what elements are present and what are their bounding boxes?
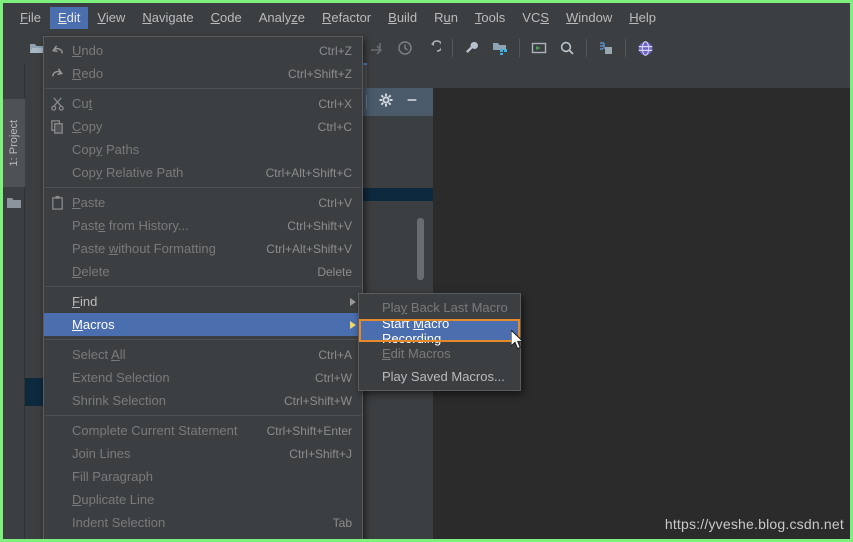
menu-item-shortcut: Ctrl+Shift+Enter <box>266 423 352 438</box>
menubar-item-edit[interactable]: Edit <box>49 7 89 29</box>
ide-window: File Edit View Navigate Code Analyze Refactor B… <box>3 3 850 539</box>
menu-item-shortcut: Ctrl+C <box>317 119 352 134</box>
svn-history-icon[interactable] <box>393 36 417 60</box>
menu-item-paste-from-history[interactable]: Paste from History... Ctrl+Shift+V <box>44 214 362 237</box>
project-tab-label: 1: Project <box>8 119 20 167</box>
menubar-item-vcs[interactable]: VCS <box>514 7 557 29</box>
minimize-icon[interactable] <box>405 93 419 112</box>
copy-icon <box>50 119 66 135</box>
mouse-cursor <box>510 328 525 351</box>
menu-item-delete[interactable]: Delete Delete <box>44 260 362 283</box>
undo-icon <box>50 43 66 59</box>
macros-submenu[interactable]: Play Back Last Macro Start Macro Recordin… <box>358 293 521 391</box>
svn-revert-icon[interactable] <box>365 36 389 60</box>
submenu-item-play-saved-macros[interactable]: Play Saved Macros... <box>359 365 520 388</box>
toolbar-separator <box>625 39 627 57</box>
svn-rollback-icon[interactable] <box>421 36 445 60</box>
menu-separator <box>45 286 361 287</box>
menubar-item-view[interactable]: View <box>89 7 133 29</box>
menu-item-shortcut: Tab <box>332 515 352 530</box>
menu-item-shortcut: Ctrl+W <box>315 370 352 385</box>
menu-item-fill-paragraph[interactable]: Fill Paragraph <box>44 465 362 488</box>
menu-separator <box>45 339 361 340</box>
menubar-item-run[interactable]: Run <box>426 7 466 29</box>
panel-separator <box>366 95 367 109</box>
menubar-item-build[interactable]: Build <box>380 7 425 29</box>
redo-icon <box>50 66 66 82</box>
panel-scrollbar[interactable] <box>417 218 424 280</box>
menu-item-join-lines[interactable]: Join Lines Ctrl+Shift+J <box>44 442 362 465</box>
cut-icon <box>50 96 66 112</box>
menu-item-shrink-selection[interactable]: Shrink Selection Ctrl+Shift+W <box>44 389 362 412</box>
menubar-item-code[interactable]: Code <box>203 7 250 29</box>
menu-item-duplicate-line[interactable]: Duplicate Line <box>44 488 362 511</box>
edit-dropdown-menu[interactable]: Undo Ctrl+Z Redo Ctrl+Shift+Z Cut Ctrl+X Copy C… <box>43 36 363 539</box>
menu-item-complete-current-statement[interactable]: Complete Current Statement Ctrl+Shift+Ent… <box>44 419 362 442</box>
menubar-item-navigate[interactable]: Navigate <box>134 7 201 29</box>
menu-item-shortcut: Ctrl+Z <box>319 43 352 58</box>
menu-item-select-all[interactable]: Select All Ctrl+A <box>44 343 362 366</box>
search-everywhere-icon[interactable] <box>555 36 579 60</box>
menu-item-shortcut: Ctrl+Shift+Z <box>287 66 352 81</box>
menu-item-copy[interactable]: Copy Ctrl+C <box>44 115 362 138</box>
menu-separator <box>45 187 361 188</box>
menu-item-paste[interactable]: Paste Ctrl+V <box>44 191 362 214</box>
menu-separator <box>45 88 361 89</box>
database-sync-icon[interactable] <box>594 36 618 60</box>
menubar-item-tools[interactable]: Tools <box>467 7 513 29</box>
menu-item-extend-selection[interactable]: Extend Selection Ctrl+W <box>44 366 362 389</box>
menu-item-paste-without-formatting[interactable]: Paste without Formatting Ctrl+Alt+Shift+V <box>44 237 362 260</box>
menu-item-shortcut: Shift+Tab <box>278 539 352 540</box>
menu-item-shortcut: Ctrl+Shift+V <box>287 218 352 233</box>
submenu-item-edit-macros[interactable]: Edit Macros <box>359 342 520 365</box>
menu-item-shortcut: Ctrl+V <box>318 195 352 210</box>
chevron-right-icon <box>350 297 356 306</box>
menubar-item-file[interactable]: File <box>12 7 49 29</box>
menu-item-cut[interactable]: Cut Ctrl+X <box>44 92 362 115</box>
menu-item-copy-relative-path[interactable]: Copy Relative Path Ctrl+Alt+Shift+C <box>44 161 362 184</box>
menu-item-macros[interactable]: Macros <box>44 313 362 336</box>
menubar-item-window[interactable]: Window <box>558 7 620 29</box>
menu-item-unindent-line-or-selection[interactable]: Unindent Line or SelectionShift+Tab <box>44 534 362 539</box>
menu-bar: File Edit View Navigate Code Analyze Refactor B… <box>3 3 850 33</box>
menu-item-shortcut: Delete <box>317 264 352 279</box>
submenu-item-start-macro-recording[interactable]: Start Macro Recording <box>359 316 520 346</box>
project-structure-icon[interactable] <box>488 36 512 60</box>
paste-icon <box>50 195 66 211</box>
toolbar-separator <box>586 39 588 57</box>
menu-item-undo[interactable]: Undo Ctrl+Z <box>44 39 362 62</box>
menubar-item-analyze[interactable]: Analyze <box>251 7 313 29</box>
watermark-text: https://yveshe.blog.csdn.net <box>654 513 850 536</box>
menu-item-shortcut: Ctrl+Alt+Shift+C <box>265 165 352 180</box>
sidebar-item-project[interactable]: 1: Project <box>3 99 25 187</box>
menu-item-shortcut: Ctrl+Shift+W <box>283 393 352 408</box>
toolbar-separator <box>519 39 521 57</box>
toolbar-separator <box>452 39 454 57</box>
menu-item-shortcut: Ctrl+X <box>318 96 352 111</box>
chevron-right-icon <box>350 320 356 329</box>
folder-icon[interactable] <box>6 195 22 211</box>
menu-item-redo[interactable]: Redo Ctrl+Shift+Z <box>44 62 362 85</box>
terminal-icon[interactable] <box>527 36 551 60</box>
settings-wrench-icon[interactable] <box>460 36 484 60</box>
gear-icon[interactable] <box>379 92 393 112</box>
menubar-item-help[interactable]: Help <box>621 7 664 29</box>
menu-separator <box>45 415 361 416</box>
menu-item-indent-selection[interactable]: Indent Selection Tab <box>44 511 362 534</box>
menu-item-shortcut: Ctrl+A <box>318 347 352 362</box>
left-tool-window-bar: 1: Project <box>3 63 25 539</box>
menubar-item-refactor[interactable]: Refactor <box>314 7 379 29</box>
globe-icon[interactable] <box>633 36 657 60</box>
menu-item-find[interactable]: Find <box>44 290 362 313</box>
menu-item-copy-paths[interactable]: Copy Paths <box>44 138 362 161</box>
menu-item-shortcut: Ctrl+Alt+Shift+V <box>266 241 352 256</box>
menu-item-shortcut: Ctrl+Shift+J <box>289 446 352 461</box>
